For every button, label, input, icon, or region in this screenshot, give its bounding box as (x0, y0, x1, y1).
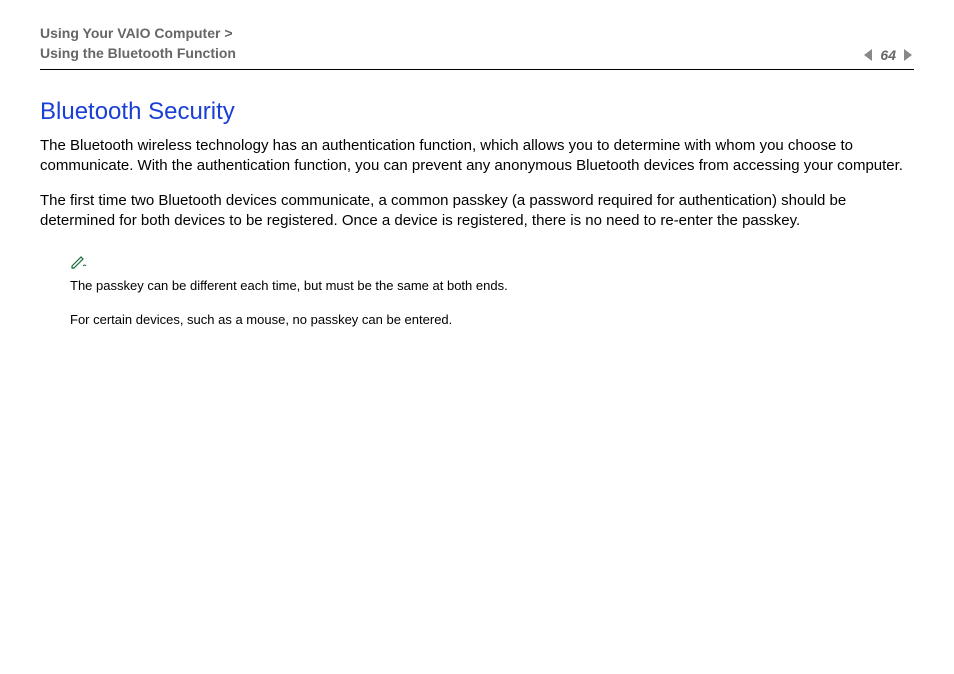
prev-page-button[interactable] (862, 48, 874, 62)
note-text-1: The passkey can be different each time, … (70, 276, 914, 296)
chevron-right-icon (902, 48, 914, 62)
document-page: Using Your VAIO Computer > Using the Blu… (0, 0, 954, 329)
page-header: Using Your VAIO Computer > Using the Blu… (40, 24, 914, 70)
note-block: The passkey can be different each time, … (70, 255, 914, 329)
breadcrumb-line1: Using Your VAIO Computer > (40, 24, 236, 44)
next-page-button[interactable] (902, 48, 914, 62)
page-navigation: 64 (862, 47, 914, 63)
breadcrumb-line2: Using the Bluetooth Function (40, 44, 236, 64)
page-number: 64 (880, 47, 896, 63)
pencil-note-icon (70, 255, 914, 274)
breadcrumb: Using Your VAIO Computer > Using the Blu… (40, 24, 236, 63)
body-paragraph-1: The Bluetooth wireless technology has an… (40, 136, 914, 177)
body-paragraph-2: The first time two Bluetooth devices com… (40, 191, 914, 232)
chevron-left-icon (862, 48, 874, 62)
section-title: Bluetooth Security (40, 98, 914, 126)
note-text-2: For certain devices, such as a mouse, no… (70, 310, 914, 330)
